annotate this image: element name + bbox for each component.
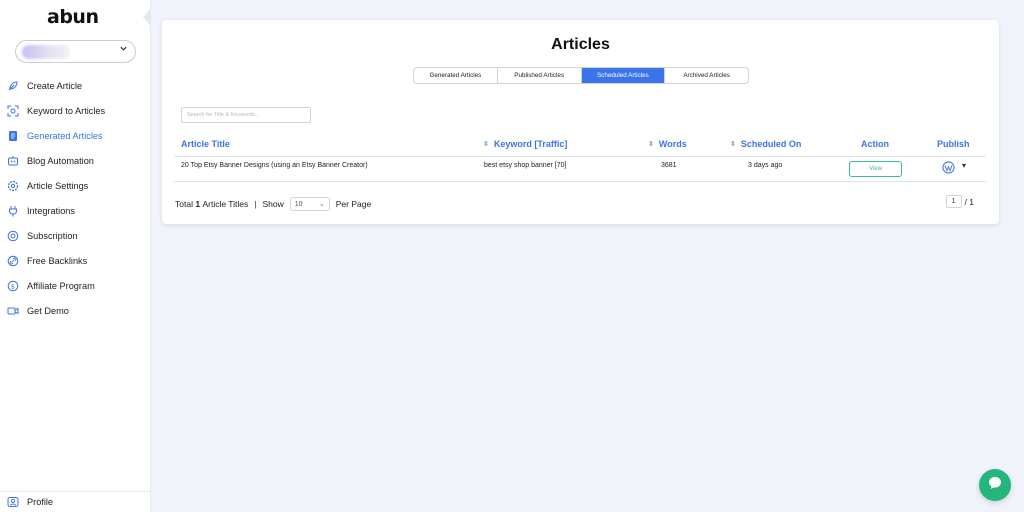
sidebar-item-subscription[interactable]: Subscription [0, 223, 151, 248]
cell-words: 3681 [661, 162, 677, 169]
column-header-label: Keyword [Traffic] [493, 139, 568, 149]
page-size-value: 10 [294, 200, 303, 208]
column-header-label: Article Title [181, 139, 230, 149]
page-title: Articles [551, 36, 610, 53]
table-divider [174, 156, 986, 157]
chevron-down-icon: ⌄ [318, 201, 325, 208]
document-icon [7, 130, 19, 142]
app-logo[interactable]: abun [47, 6, 99, 28]
footer-separator: | [254, 199, 257, 209]
search-input[interactable] [181, 107, 311, 123]
per-page-label: Per Page [335, 199, 372, 209]
column-header-publish: Publish [937, 139, 970, 149]
column-header-keyword[interactable]: ⬍ Keyword [Traffic] [483, 139, 567, 149]
view-button[interactable]: View [849, 161, 902, 177]
publish-dropdown-caret[interactable]: ▾ [962, 161, 966, 170]
sidebar-item-affiliate-program[interactable]: $ Affiliate Program [0, 273, 151, 298]
dollar-icon: $ [7, 280, 19, 292]
sidebar-item-profile[interactable]: Profile [0, 491, 151, 512]
tab-generated-articles[interactable]: Generated Articles [414, 68, 498, 83]
sidebar-item-keyword-to-articles[interactable]: Keyword to Articles [0, 98, 151, 123]
sidebar-item-free-backlinks[interactable]: Free Backlinks [0, 248, 151, 273]
cell-article-title[interactable]: 20 Top Etsy Banner Designs (using an Ets… [181, 162, 368, 169]
sidebar-item-create-article[interactable]: Create Article [0, 73, 151, 98]
subscription-icon [7, 230, 19, 242]
cell-scheduled-on: 3 days ago [748, 162, 783, 169]
column-header-label: Action [861, 139, 889, 149]
sidebar-item-label: Integrations [27, 205, 76, 216]
column-header-article-title[interactable]: Article Title [181, 139, 230, 149]
column-header-words[interactable]: ⬍ Words [648, 139, 687, 149]
sidebar-item-integrations[interactable]: Integrations [0, 198, 151, 223]
cell-keyword: best etsy shop banner [70] [484, 162, 567, 169]
chevron-down-icon [119, 44, 128, 56]
sidebar-item-blog-automation[interactable]: Blog Automation [0, 148, 151, 173]
show-label: Show [262, 199, 284, 209]
sidebar-item-label: Profile [27, 497, 54, 507]
feather-icon [7, 80, 19, 92]
table-divider [174, 181, 986, 182]
sidebar-item-label: Blog Automation [27, 155, 94, 166]
chat-bubble-icon [987, 475, 1003, 496]
tab-archived-articles[interactable]: Archived Articles [665, 68, 748, 83]
sidebar-item-label: Article Settings [27, 180, 89, 191]
plug-icon [7, 205, 19, 217]
sidebar-item-label: Keyword to Articles [27, 105, 106, 116]
project-name-blurred [22, 45, 70, 59]
column-header-label: Words [658, 139, 687, 149]
table-footer: Total 1 Article Titles | Show 10 ⌄ Per P… [175, 197, 371, 211]
sort-icon: ⬍ [648, 140, 654, 148]
sidebar-item-label: Subscription [27, 230, 78, 241]
column-header-label: Publish [937, 139, 970, 149]
sidebar-item-label: Affiliate Program [27, 280, 95, 291]
profile-icon [7, 496, 19, 508]
project-select[interactable] [15, 40, 136, 63]
article-tabs: Generated Articles Published Articles Sc… [413, 67, 749, 84]
sidebar-item-article-settings[interactable]: Article Settings [0, 173, 151, 198]
scan-icon [7, 105, 19, 117]
sort-icon: ⬍ [730, 140, 736, 148]
video-icon [7, 305, 19, 317]
sidebar-collapse-toggle[interactable] [143, 8, 151, 26]
sidebar-item-label: Generated Articles [27, 130, 103, 141]
robot-icon [7, 155, 19, 167]
sidebar-item-label: Free Backlinks [27, 255, 88, 266]
link-icon [7, 255, 19, 267]
chat-button[interactable] [979, 469, 1011, 501]
tab-published-articles[interactable]: Published Articles [498, 68, 582, 83]
total-prefix: Total [175, 199, 193, 209]
sidebar-item-label: Create Article [27, 80, 83, 91]
svg-text:$: $ [11, 282, 15, 290]
current-page-input[interactable]: 1 [945, 195, 962, 208]
total-suffix: Article Titles [202, 199, 249, 209]
total-pages: / 1 [964, 196, 974, 207]
wordpress-icon[interactable] [942, 161, 955, 174]
articles-card: Articles Generated Articles Published Ar… [162, 20, 999, 224]
sidebar-item-generated-articles[interactable]: Generated Articles [0, 123, 151, 148]
sidebar: abun Create Article Keyword to Articles … [0, 0, 151, 512]
tab-scheduled-articles[interactable]: Scheduled Articles [581, 68, 666, 83]
sidebar-item-label: Get Demo [27, 305, 69, 316]
sort-icon: ⬍ [483, 140, 489, 148]
column-header-action: Action [861, 139, 889, 149]
sidebar-item-get-demo[interactable]: Get Demo [0, 298, 151, 323]
column-header-scheduled-on[interactable]: ⬍ Scheduled On [730, 139, 801, 149]
gear-icon [7, 180, 19, 192]
page-size-select[interactable]: 10 ⌄ [289, 197, 330, 211]
sidebar-nav: Create Article Keyword to Articles Gener… [0, 73, 151, 323]
column-header-label: Scheduled On [740, 139, 802, 149]
total-count: 1 [195, 199, 201, 209]
pagination: 1 / 1 [945, 195, 974, 208]
